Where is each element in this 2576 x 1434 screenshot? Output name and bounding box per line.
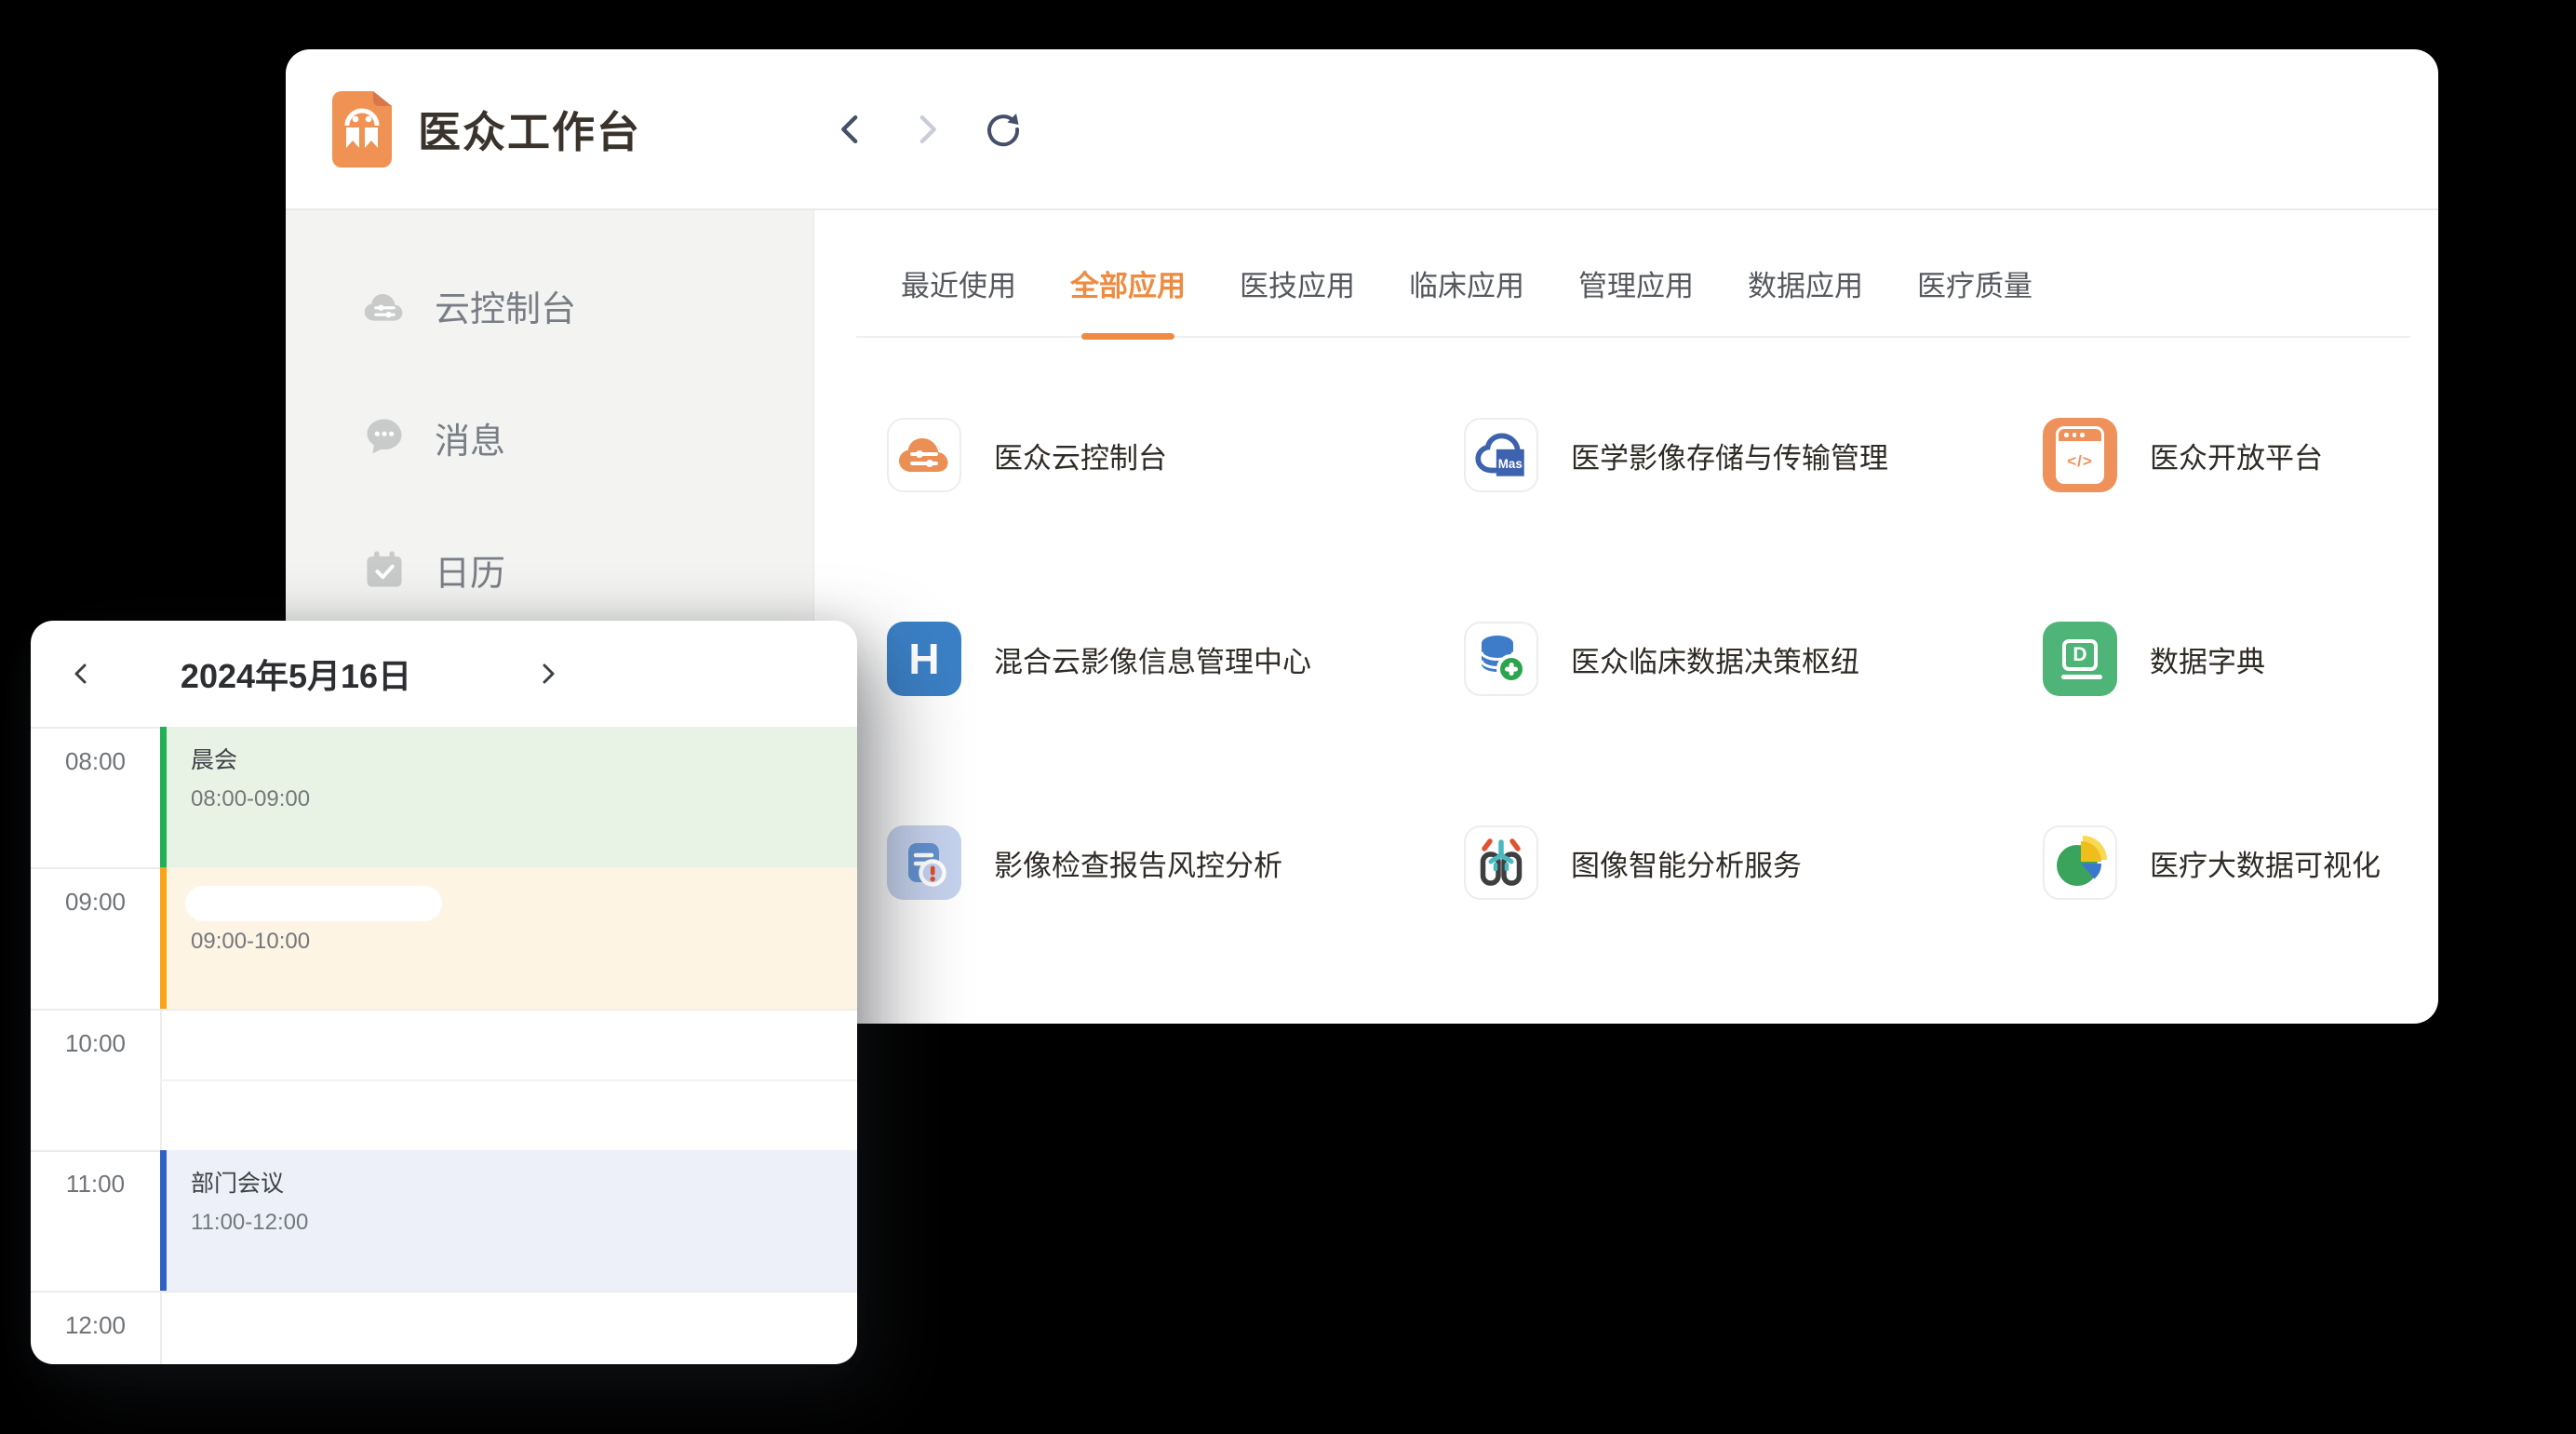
content-area: 最近使用 全部应用 医技应用 临床应用 管理应用 数据应用 医疗质量 [814,210,2438,1022]
calendar-event-redacted[interactable]: 09:00-10:00 [160,867,857,1009]
forward-button[interactable] [906,109,947,150]
app-label: 医疗大数据可视化 [2150,842,2381,884]
calendar-panel: 2024年5月16日 晨会 08:00-09:00 [31,621,857,1364]
tab-data-apps[interactable]: 数据应用 [1748,262,1863,336]
chevron-right-icon [910,113,944,146]
app-report-risk-analysis[interactable]: 影像检查报告风控分析 [887,825,1464,900]
app-label: 医众云控制台 [994,435,1167,476]
tab-all-apps[interactable]: 全部应用 [1070,262,1186,336]
event-title: 晨会 [191,742,857,775]
sidebar-item-cloud-console[interactable]: 云控制台 [286,264,813,346]
window-header: 医众工作台 [286,49,2438,210]
lungs-icon [1471,833,1531,892]
app-cloud-console[interactable]: 医众云控制台 [887,418,1464,492]
cloud-console-icon [362,283,407,328]
app-big-data-visualization[interactable]: 医疗大数据可视化 [2043,825,2438,900]
app-label: 混合云影像信息管理中心 [994,638,1311,680]
calendar-date: 2024年5月16日 [96,650,496,698]
tab-recent[interactable]: 最近使用 [901,262,1016,336]
time-label: 10:00 [31,1029,160,1058]
app-label: 医学影像存储与传输管理 [1571,435,1888,476]
window-title: 医众工作台 [418,99,641,160]
app-pacs[interactable]: Mas 医学影像存储与传输管理 [1464,418,2043,492]
browser-nav [830,49,1024,208]
calendar-event-morning-meeting[interactable]: 晨会 08:00-09:00 [160,727,857,867]
app-label: 医众临床数据决策枢纽 [1571,638,1859,680]
sidebar-item-label: 云控制台 [435,280,576,331]
chevron-left-icon [834,113,867,146]
app-label: 图像智能分析服务 [1571,842,1802,884]
code-glyph: </> [2059,441,2101,481]
chevron-right-icon [534,661,560,687]
tab-clinical-apps[interactable]: 临床应用 [1409,262,1524,336]
calendar-header: 2024年5月16日 [31,621,857,727]
app-logo-icon [332,91,392,168]
sidebar-item-label: 日历 [435,544,505,596]
event-time: 09:00-10:00 [167,929,857,955]
tab-medtech-apps[interactable]: 医技应用 [1240,262,1355,336]
time-label: 08:00 [31,747,160,776]
exclamation-icon [931,866,935,876]
app-clinical-data-hub[interactable]: 医众临床数据决策枢纽 [1464,622,2043,696]
hybrid-cloud-icon: H [908,634,939,684]
time-label: 11:00 [31,1170,160,1199]
redacted-title-pill [185,886,442,921]
calendar-prev-button[interactable] [68,660,96,688]
calendar-next-button[interactable] [533,660,561,688]
tab-management-apps[interactable]: 管理应用 [1578,262,1694,336]
refresh-button[interactable] [983,109,1024,150]
calendar-icon [362,547,407,592]
sidebar-item-calendar[interactable]: 日历 [286,529,813,610]
chevron-left-icon [69,661,95,687]
back-button[interactable] [830,109,871,150]
report-risk-icon [894,833,954,892]
cloud-storage-icon: Mas [1470,424,1532,486]
pie-chart-icon [2050,833,2110,892]
clinical-data-hub-icon [1471,629,1531,689]
app-label: 医众开放平台 [2150,435,2323,476]
event-time: 11:00-12:00 [191,1210,857,1236]
app-data-dictionary[interactable]: D 数据字典 [2043,622,2438,696]
calendar-day-grid: 晨会 08:00-09:00 09:00-10:00 部门会议 11:00-12… [31,727,857,1364]
app-label: 影像检查报告风控分析 [994,842,1282,884]
app-label: 数据字典 [2150,638,2265,680]
app-category-tabs: 最近使用 全部应用 医技应用 临床应用 管理应用 数据应用 医疗质量 [856,262,2410,338]
app-image-ai-analysis[interactable]: 图像智能分析服务 [1464,825,2043,900]
event-title: 部门会议 [191,1165,857,1199]
sidebar-item-messages[interactable]: 消息 [286,396,813,478]
tab-medical-quality[interactable]: 医疗质量 [1917,262,2033,336]
svg-text:Mas: Mas [1498,457,1523,471]
event-time: 08:00-09:00 [191,786,857,812]
screen: 医众工作台 [0,0,2576,1434]
app-hybrid-cloud-imaging[interactable]: H 混合云影像信息管理中心 [887,622,1464,696]
cloud-sliders-icon [894,425,954,485]
open-platform-icon: </> [2056,426,2104,484]
book-d-glyph: D [2062,639,2098,671]
time-label: 12:00 [31,1311,160,1340]
calendar-event-department-meeting[interactable]: 部门会议 11:00-12:00 [160,1150,857,1291]
app-open-platform[interactable]: </> 医众开放平台 [2043,418,2438,492]
time-label: 09:00 [31,888,160,917]
app-grid: 医众云控制台 Mas 医学影像存储与传输管理 [887,418,2438,900]
data-dictionary-icon: D [2058,639,2102,679]
messages-icon [362,415,407,460]
refresh-icon [983,108,1024,151]
sidebar-item-label: 消息 [435,412,505,463]
